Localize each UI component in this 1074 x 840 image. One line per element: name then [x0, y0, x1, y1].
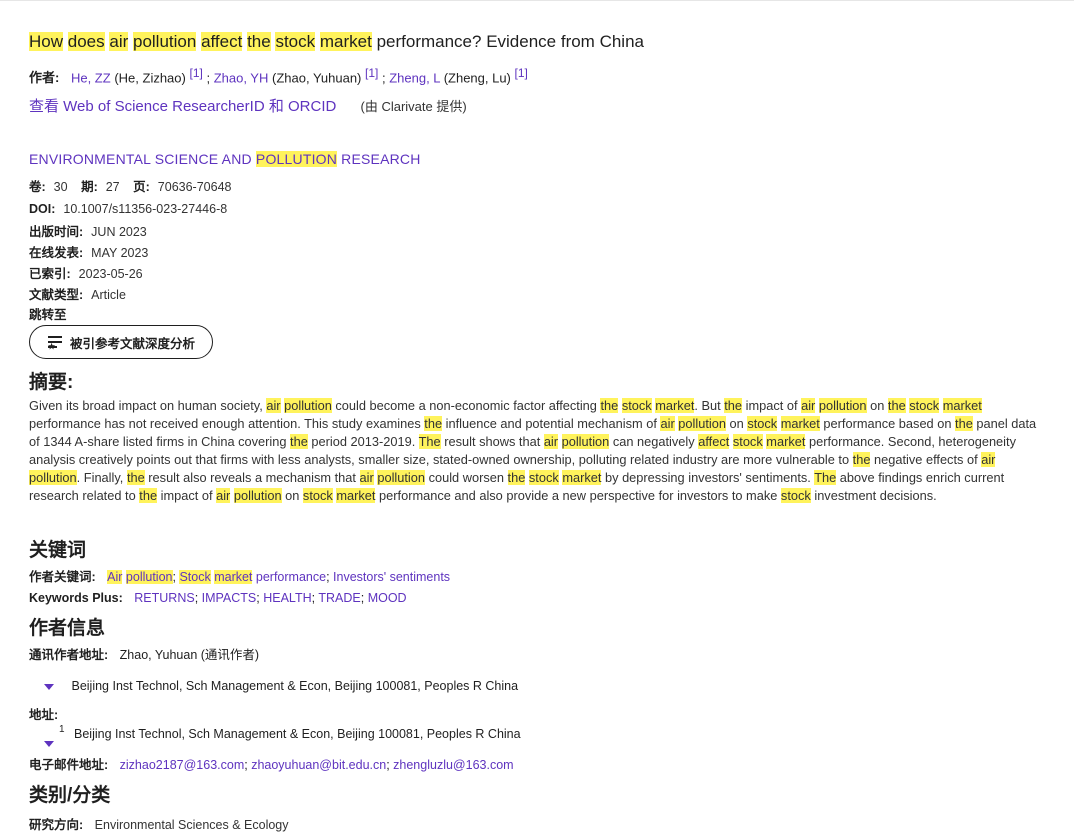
keyword-plus-item[interactable]: MOOD: [368, 591, 407, 605]
corresponding-address-row[interactable]: Beijing Inst Technol, Sch Management & E…: [44, 677, 518, 695]
abstract-heading: 摘要:: [29, 372, 74, 393]
author-ref[interactable]: [1]: [365, 66, 378, 80]
keyword-plus-item[interactable]: TRADE: [318, 591, 360, 605]
email-link[interactable]: zhengluzlu@163.com: [393, 758, 513, 772]
author-link-he[interactable]: He, ZZ: [71, 70, 111, 85]
researcher-id-row: 查看 Web of Science ResearcherID 和 ORCID (…: [29, 96, 467, 118]
doc-type-row: 文献类型: Article: [29, 288, 126, 302]
keywords-plus-row: Keywords Plus: RETURNS; IMPACTS; HEALTH;…: [29, 591, 407, 605]
email-link[interactable]: zizhao2187@163.com: [120, 758, 245, 772]
address-row[interactable]: 1 Beijing Inst Technol, Sch Management &…: [44, 724, 521, 747]
email-link[interactable]: zhaoyuhuan@bit.edu.cn: [251, 758, 386, 772]
volume-issue-pages: 卷: 30 期: 27 页: 70636-70648: [29, 180, 232, 194]
top-divider: [0, 0, 1074, 1]
researcher-id-link[interactable]: 查看 Web of Science ResearcherID 和 ORCID: [29, 98, 336, 115]
research-area-row: 研究方向: Environmental Sciences & Ecology: [29, 818, 289, 832]
category-heading: 类别/分类: [29, 785, 111, 806]
article-title: How does air pollution affect the stock …: [29, 32, 644, 51]
corresponding-author-row: 通讯作者地址: Zhao, Yuhuan (通讯作者): [29, 648, 260, 662]
doi-row: DOI: 10.1007/s11356-023-27446-8: [29, 202, 228, 216]
author-ref[interactable]: [1]: [189, 66, 202, 80]
keyword-stock-market-performance[interactable]: Stock market performance: [179, 570, 326, 584]
author-info-heading: 作者信息: [29, 618, 106, 639]
citation-analysis-button[interactable]: ★ 被引参考文献深度分析: [29, 325, 213, 359]
provider-note: (由 Clarivate 提供): [360, 99, 467, 114]
indexed-row: 已索引: 2023-05-26: [29, 267, 143, 281]
doi-value: 10.1007/s11356-023-27446-8: [63, 202, 228, 216]
keyword-investors-sentiments[interactable]: Investors' sentiments: [333, 570, 450, 584]
author-keywords-row: 作者关键词: Air pollution; Stock market perfo…: [29, 570, 451, 584]
caret-down-icon[interactable]: [44, 741, 54, 747]
keyword-plus-item[interactable]: RETURNS: [134, 591, 194, 605]
online-row: 在线发表: MAY 2023: [29, 246, 149, 260]
authors-label: 作者:: [29, 70, 60, 86]
journal-name[interactable]: ENVIRONMENTAL SCIENCE AND POLLUTION RESE…: [29, 149, 421, 169]
authors-line: 作者: He, ZZ (He, Zizhao) [1] ; Zhao, YH (…: [29, 66, 528, 86]
keyword-plus-item[interactable]: HEALTH: [263, 591, 311, 605]
author-ref[interactable]: [1]: [515, 66, 528, 80]
caret-down-icon[interactable]: [44, 683, 54, 690]
abstract-text: Given its broad impact on human society,…: [29, 398, 1037, 503]
email-row: 电子邮件地址: zizhao2187@163.com; zhaoyuhuan@b…: [29, 758, 514, 772]
keyword-plus-item[interactable]: IMPACTS: [202, 591, 257, 605]
record-page: How does air pollution affect the stock …: [0, 0, 1074, 840]
author-link-zheng[interactable]: Zheng, L: [389, 70, 440, 85]
keyword-air-pollution[interactable]: Air pollution: [107, 570, 173, 584]
jump-to-label: 跳转至: [29, 308, 67, 322]
list-star-icon: ★: [48, 335, 64, 351]
published-row: 出版时间: JUN 2023: [29, 225, 147, 239]
author-link-zhao[interactable]: Zhao, YH: [214, 70, 269, 85]
keywords-heading: 关键词: [29, 540, 87, 561]
